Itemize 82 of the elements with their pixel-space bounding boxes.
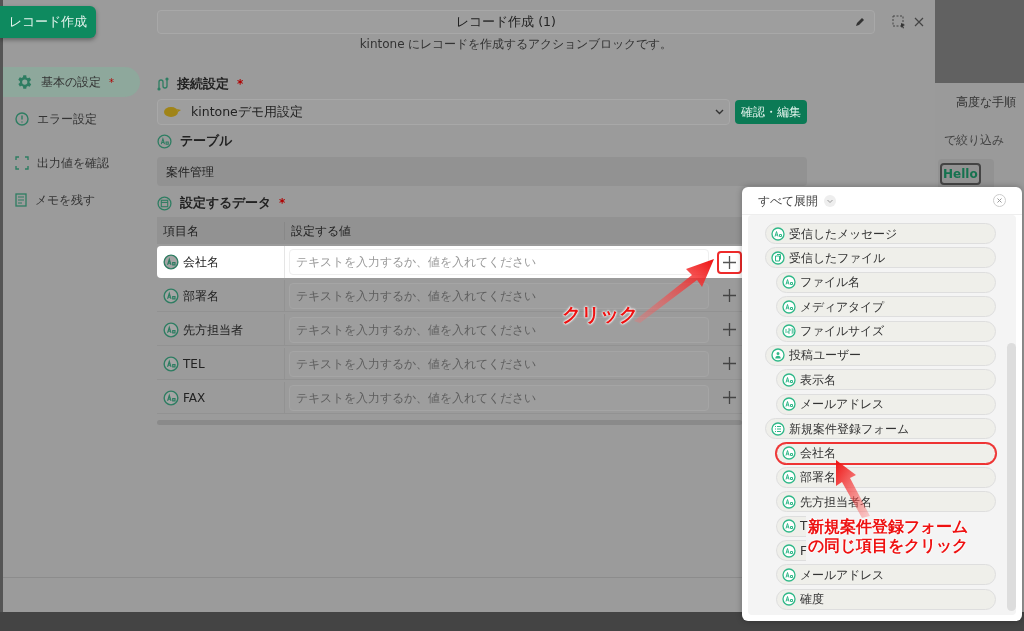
field-chip[interactable]: 先方担当者名 [776, 491, 996, 513]
text-field-icon [782, 275, 796, 290]
field-chip[interactable]: 部署名 [776, 466, 996, 488]
field-chip[interactable]: ファイル名 [776, 271, 996, 293]
text-field-icon [163, 287, 179, 304]
text-field-icon [782, 446, 796, 460]
text-field-icon [782, 567, 796, 582]
filter-text: で絞り込み [943, 132, 1005, 149]
field-name: 会社名 [183, 254, 219, 271]
dialog-subtitle: kintone にレコードを作成するアクションブロックです。 [359, 36, 673, 53]
text-field-icon [163, 389, 179, 406]
frame-corners-icon [15, 156, 29, 170]
instruction-annotation-text: 新規案件登録フォーム の同じ項目をクリック [808, 517, 968, 555]
pencil-icon[interactable] [854, 16, 866, 28]
field-chip[interactable]: T [776, 515, 806, 537]
text-field-icon [782, 470, 796, 485]
table-icon [157, 195, 172, 211]
chevron-down-icon [715, 109, 724, 115]
text-field-icon [782, 372, 796, 387]
field-chip[interactable]: 投稿ユーザー [765, 344, 996, 366]
sidebar-item[interactable]: エラー設定 [3, 104, 140, 134]
column-header: 項目名 [157, 221, 285, 240]
text-field-icon [163, 321, 179, 338]
text-field-icon [163, 355, 179, 372]
text-field-icon [163, 254, 179, 270]
text-field-icon [771, 226, 785, 241]
field-name: 部署名 [183, 287, 219, 305]
text-field-icon [157, 133, 172, 149]
section-heading: 設定するデータ [180, 193, 271, 212]
selection-cursor-icon[interactable] [892, 15, 906, 29]
user-icon [771, 348, 785, 363]
expand-all-button[interactable]: すべて展開 [758, 191, 818, 210]
field-chip[interactable]: 新規案件登録フォーム [765, 418, 996, 440]
panel-title: 高度な手順 [955, 94, 1017, 111]
edit-button[interactable]: 確認・編集 [735, 100, 807, 124]
field-chip[interactable]: メールアドレス [776, 564, 996, 586]
close-icon[interactable] [914, 17, 924, 27]
field-chip[interactable]: メールアドレス [776, 393, 996, 415]
plus-icon [723, 289, 736, 302]
number-field-icon [782, 324, 796, 339]
connection-select[interactable]: kintoneデモ用設定 [157, 99, 730, 125]
field-name: FAX [183, 389, 206, 407]
text-field-icon [782, 299, 796, 314]
text-field-icon [782, 592, 796, 607]
field-name: 先方担当者 [183, 321, 243, 339]
sidebar-item[interactable]: メモを残す [3, 185, 140, 215]
field-chip[interactable]: ファイルサイズ [776, 320, 996, 342]
field-chip[interactable]: メディアタイプ [776, 296, 996, 318]
text-field-icon [782, 543, 796, 558]
app-logo-icon [163, 106, 181, 118]
sidebar-item[interactable]: 基本の設定 * [3, 67, 140, 97]
sidebar-item[interactable]: 出力値を確認 [3, 148, 140, 178]
field-chip[interactable]: 表示名 [776, 369, 996, 391]
section-heading: 接続設定 [177, 74, 229, 93]
field-name: TEL [183, 355, 205, 373]
text-field-icon [782, 397, 796, 412]
plus-icon [723, 323, 736, 336]
field-chip[interactable]: 受信したファイル [765, 247, 996, 269]
section-heading: テーブル [180, 131, 232, 150]
plus-icon [723, 357, 736, 370]
field-chip[interactable]: 確度 [776, 588, 996, 610]
files-icon [771, 250, 785, 265]
column-header: 設定する値 [290, 222, 351, 240]
field-chip[interactable]: F [776, 540, 806, 562]
card-label: Hello [940, 163, 981, 185]
text-field-icon [782, 519, 796, 534]
memo-icon [15, 193, 27, 207]
table-name-field: 案件管理 [157, 157, 807, 186]
required-mark: * [279, 195, 286, 212]
list-icon [771, 421, 785, 436]
plus-icon [723, 391, 736, 404]
scrollbar[interactable] [1007, 343, 1016, 611]
field-chip[interactable]: 受信したメッセージ [765, 223, 996, 244]
required-mark: * [237, 76, 244, 93]
scrollbar[interactable] [157, 420, 742, 425]
connector-icon [157, 77, 169, 91]
text-field-icon [782, 494, 796, 509]
field-chip[interactable]: 会社名 [776, 442, 996, 464]
alert-icon [15, 112, 29, 126]
launcher-button[interactable]: レコード作成 [0, 6, 96, 38]
gear-icon [15, 73, 33, 91]
plus-icon [723, 255, 736, 269]
